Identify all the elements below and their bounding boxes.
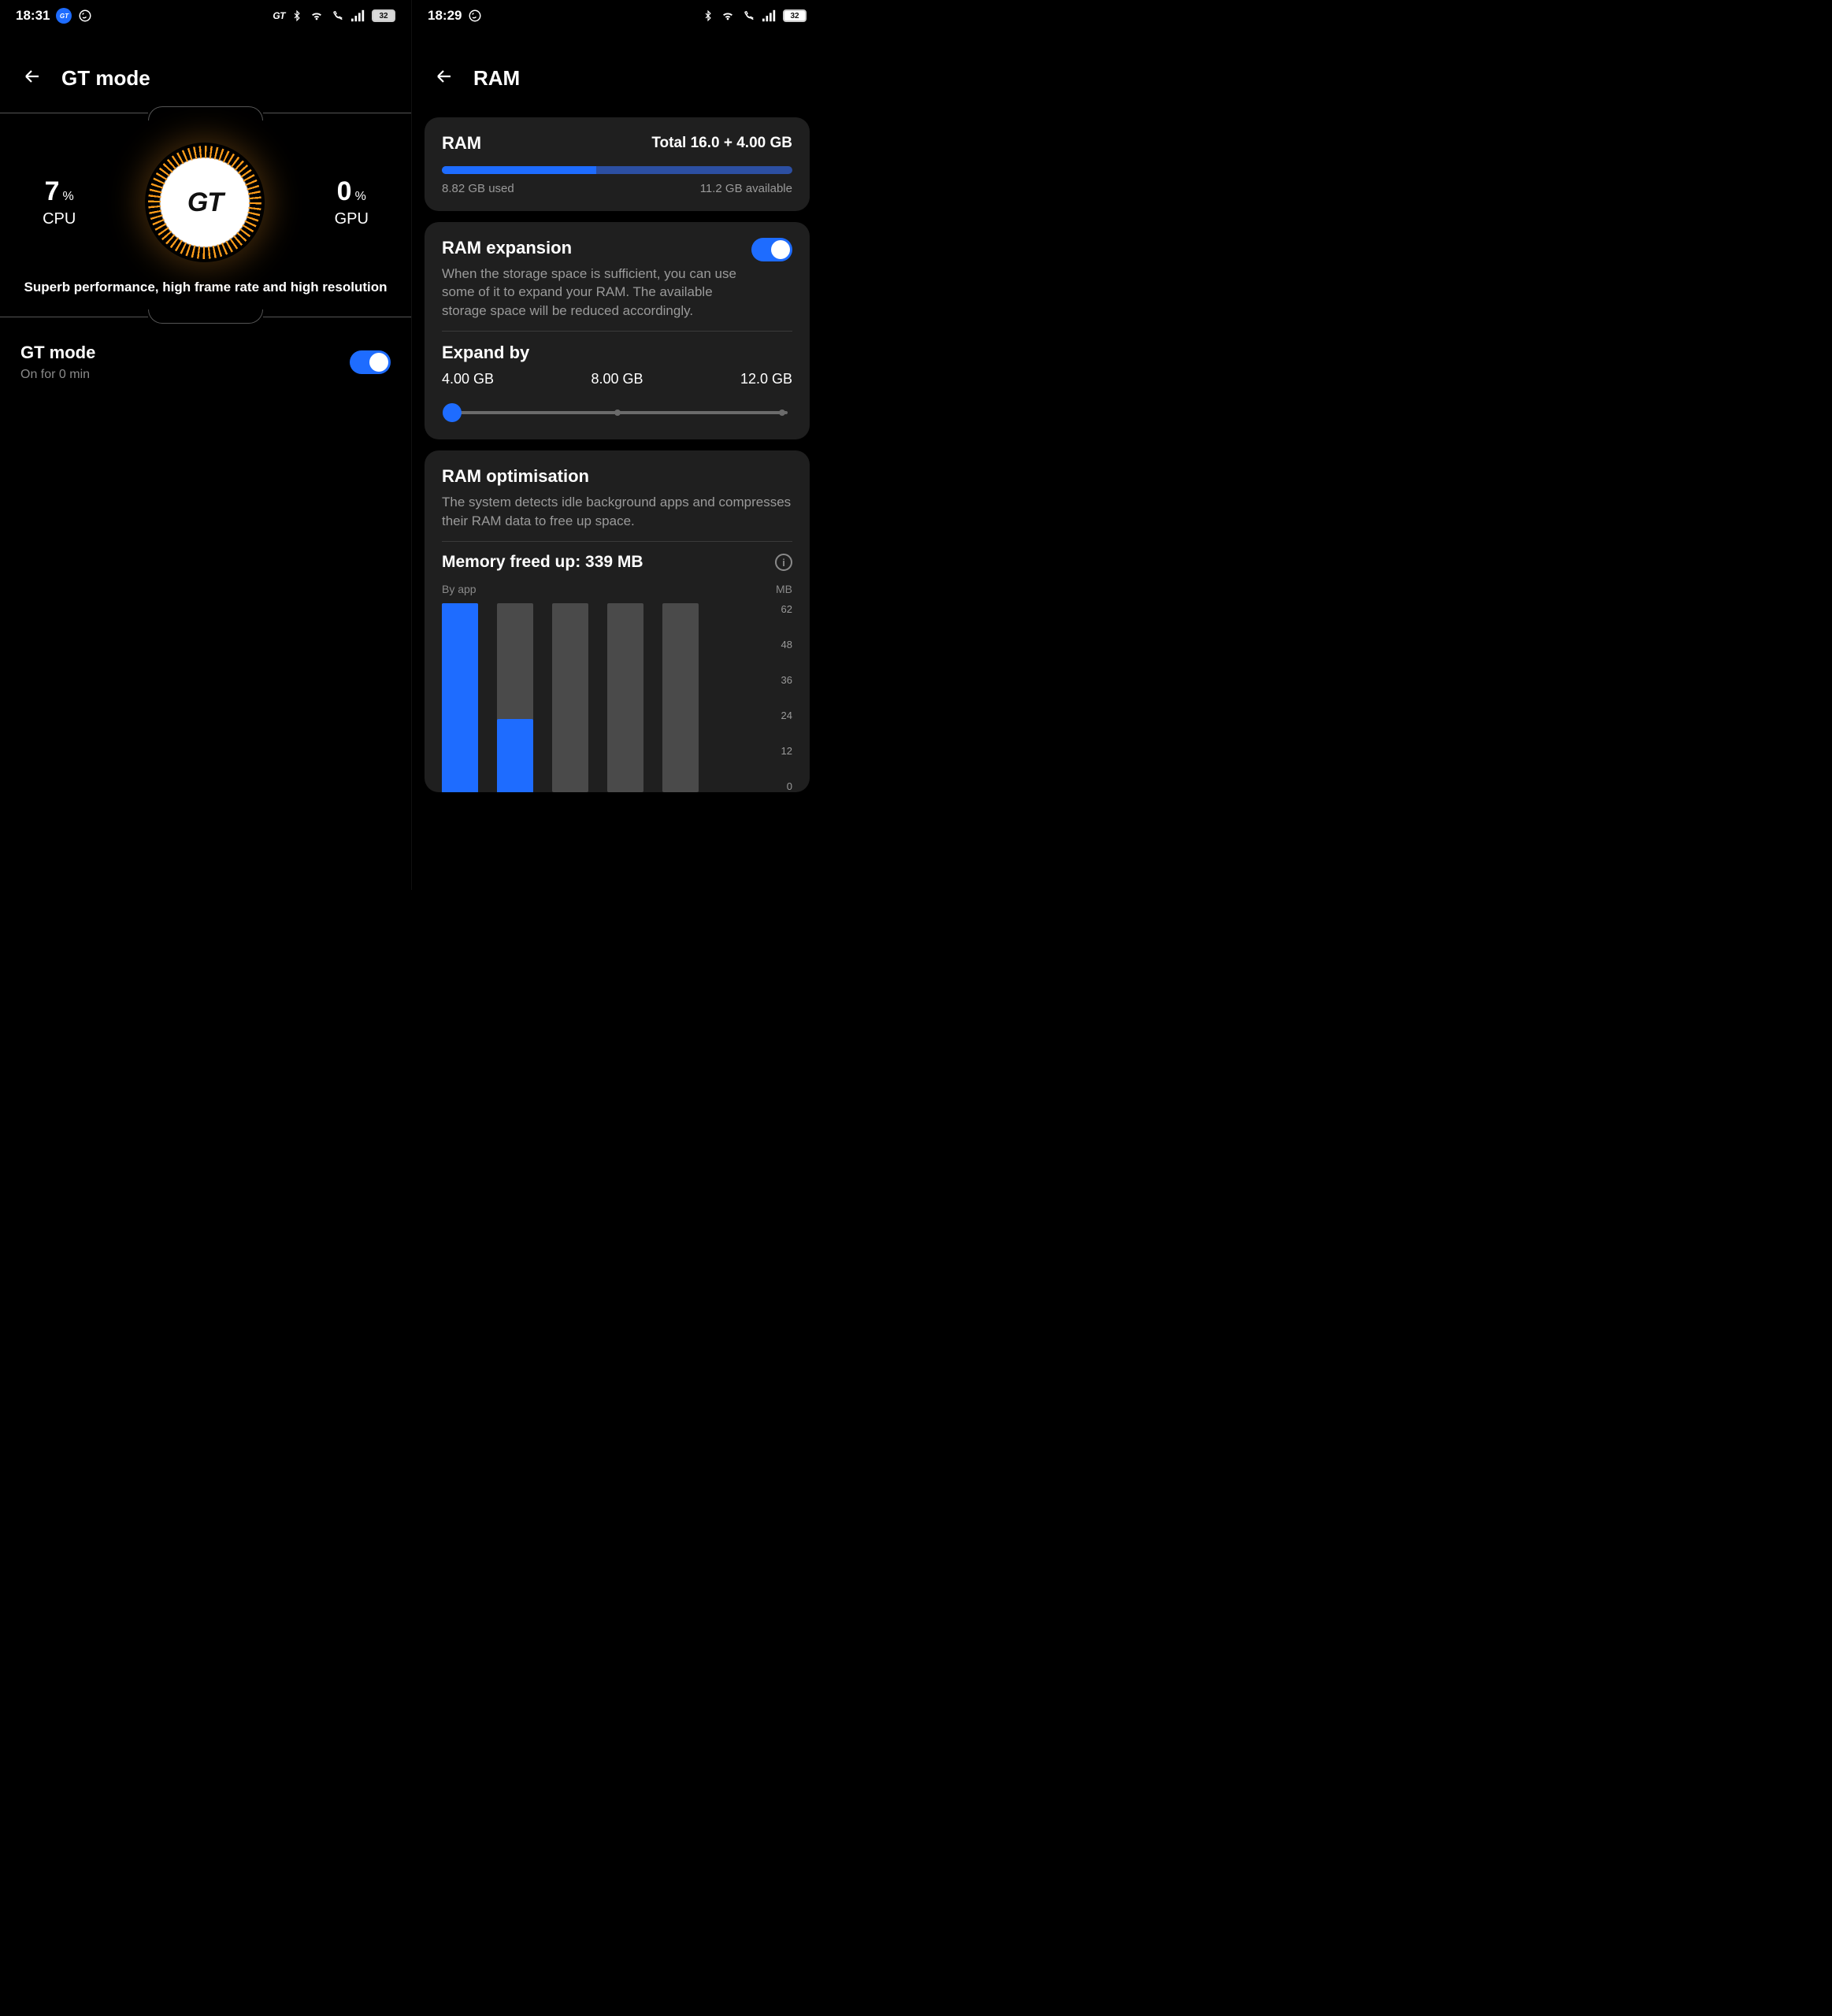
- chart-ylabel: MB: [776, 583, 792, 595]
- gt-text-icon: GT: [273, 10, 285, 21]
- divider-bottom: [0, 309, 411, 324]
- back-button[interactable]: [432, 67, 456, 90]
- chart-bar: [552, 603, 588, 792]
- status-bar: 18:31 GT GT 32: [0, 0, 411, 28]
- ram-optimisation-title: RAM optimisation: [442, 466, 792, 487]
- chart-bar: [497, 603, 533, 792]
- app-bar: GT mode: [0, 28, 411, 106]
- expand-by-slider[interactable]: [442, 402, 792, 424]
- status-bar: 18:29 32: [412, 0, 822, 28]
- cpu-pct: %: [63, 190, 74, 203]
- bluetooth-icon: [291, 9, 302, 23]
- ram-expansion-toggle[interactable]: [751, 238, 792, 261]
- y-tick: 36: [781, 674, 792, 686]
- y-tick: 62: [781, 603, 792, 615]
- info-icon[interactable]: i: [775, 554, 792, 571]
- signal-icon: [762, 9, 777, 22]
- page-title: GT mode: [61, 66, 150, 91]
- wifi-icon: [309, 9, 324, 22]
- chart-bar: [662, 603, 699, 792]
- vowifi-icon: [331, 9, 345, 22]
- ram-used: 8.82 GB used: [442, 182, 514, 195]
- gpu-value: 0: [337, 176, 352, 206]
- battery-icon: 32: [783, 9, 807, 22]
- signal-icon: [351, 9, 365, 22]
- gt-pill-icon: GT: [56, 8, 72, 24]
- whatsapp-icon: [468, 9, 482, 23]
- expand-option-1: 8.00 GB: [591, 371, 643, 387]
- bluetooth-icon: [703, 9, 714, 23]
- ram-expansion-desc: When the storage space is sufficient, yo…: [442, 265, 739, 320]
- chart-xlabel: By app: [442, 583, 477, 595]
- y-tick: 24: [781, 710, 792, 721]
- divider-top: [0, 106, 411, 120]
- page-title: RAM: [473, 66, 520, 91]
- screen-ram: 18:29 32 RAM RAM Total 16.0 + 4.00 GB 8.: [411, 0, 822, 890]
- gt-dial-label: GT: [187, 187, 223, 218]
- memory-freed-title: Memory freed up: 339 MB: [442, 553, 643, 572]
- status-right: 32: [703, 9, 807, 23]
- ram-optimisation-card: RAM optimisation The system detects idle…: [425, 450, 810, 792]
- ram-expansion-title: RAM expansion: [442, 238, 739, 258]
- ram-usage-bar: [442, 166, 792, 174]
- gt-tagline: Superb performance, high frame rate and …: [0, 270, 411, 309]
- performance-dial-row: 7% CPU GT 0% GPU: [0, 120, 411, 270]
- gt-dial[interactable]: GT: [145, 143, 265, 262]
- gt-mode-row-subtitle: On for 0 min: [20, 368, 95, 382]
- gpu-metric: 0% GPU: [335, 176, 369, 228]
- cpu-metric: 7% CPU: [43, 176, 76, 228]
- y-tick: 48: [781, 639, 792, 650]
- app-bar: RAM: [412, 28, 822, 106]
- y-tick: 12: [781, 745, 792, 757]
- ram-label: RAM: [442, 133, 481, 154]
- ram-usage-card: RAM Total 16.0 + 4.00 GB 8.82 GB used 11…: [425, 117, 810, 211]
- ram-total: Total 16.0 + 4.00 GB: [651, 135, 792, 152]
- y-tick: 0: [781, 780, 792, 792]
- gpu-label: GPU: [335, 210, 369, 228]
- battery-icon: 32: [372, 9, 395, 22]
- gt-mode-row[interactable]: GT mode On for 0 min: [0, 324, 411, 401]
- screen-gt-mode: 18:31 GT GT 32 GT mode 7% CPU GT: [0, 0, 411, 890]
- status-left: 18:31 GT: [16, 8, 92, 24]
- clock: 18:29: [428, 8, 462, 24]
- chart-bar: [442, 603, 478, 792]
- cpu-value: 7: [45, 176, 60, 206]
- chart-bar: [607, 603, 643, 792]
- expand-option-0: 4.00 GB: [442, 371, 494, 387]
- gpu-pct: %: [355, 190, 366, 203]
- wifi-icon: [720, 9, 736, 22]
- status-left: 18:29: [428, 8, 482, 24]
- memory-chart: 62 48 36 24 12 0: [442, 603, 792, 792]
- expand-by-title: Expand by: [442, 343, 792, 363]
- whatsapp-icon: [78, 9, 92, 23]
- expand-option-2: 12.0 GB: [740, 371, 792, 387]
- ram-optimisation-desc: The system detects idle background apps …: [442, 493, 792, 530]
- status-right: GT 32: [273, 9, 395, 23]
- cpu-label: CPU: [43, 210, 76, 228]
- gt-mode-toggle[interactable]: [350, 350, 391, 374]
- back-button[interactable]: [20, 67, 44, 90]
- gt-mode-row-title: GT mode: [20, 343, 95, 363]
- clock: 18:31: [16, 8, 50, 24]
- ram-expansion-card: RAM expansion When the storage space is …: [425, 222, 810, 439]
- ram-available: 11.2 GB available: [700, 182, 792, 195]
- vowifi-icon: [742, 9, 756, 22]
